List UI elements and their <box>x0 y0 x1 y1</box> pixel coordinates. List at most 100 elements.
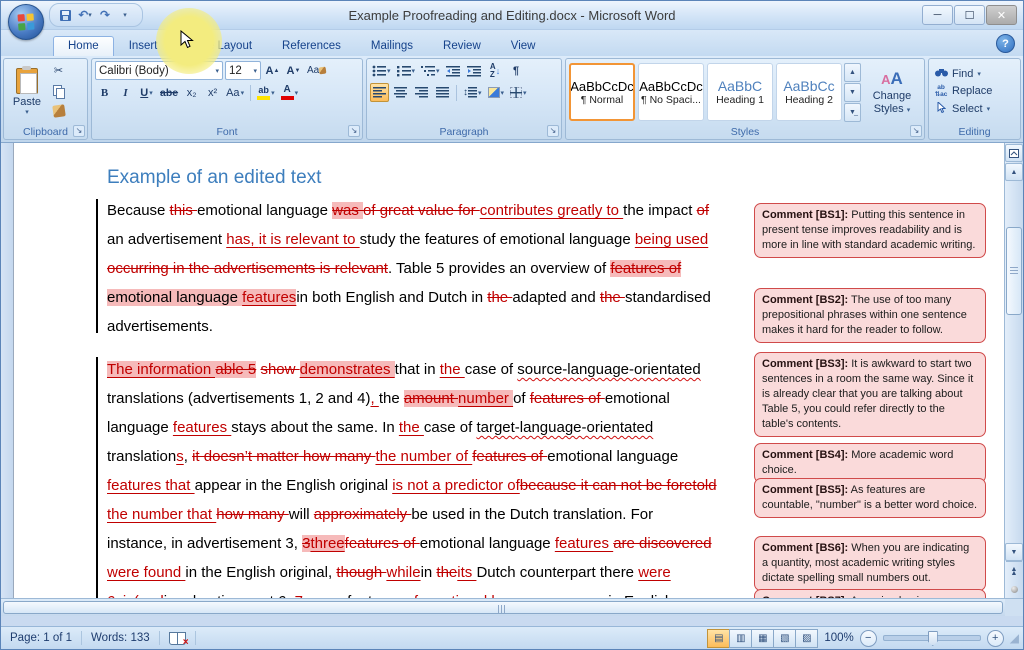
style-scroll-up-button[interactable]: ▲ <box>844 63 861 82</box>
italic-button[interactable]: I <box>116 83 135 102</box>
comment-balloon-bs5[interactable]: Comment [BS5]: As features are countable… <box>754 478 986 518</box>
document-line[interactable]: features that appear in the English orig… <box>107 471 745 500</box>
style-chip-no-spaci[interactable]: AaBbCcDc¶ No Spaci... <box>638 63 704 121</box>
comment-balloon-bs2[interactable]: Comment [BS2]: The use of too many prepo… <box>754 288 986 343</box>
vertical-scroll-track[interactable] <box>1006 182 1022 541</box>
undo-button[interactable]: ↶▾ <box>76 7 94 23</box>
style-scroll-down-button[interactable]: ▼ <box>844 83 861 102</box>
redo-button[interactable]: ↷ <box>96 7 114 23</box>
styles-dialog-launcher[interactable]: ↘ <box>910 125 922 137</box>
tab-references[interactable]: References <box>267 36 356 56</box>
clear-formatting-button[interactable]: Aa <box>305 61 328 80</box>
scroll-down-button[interactable]: ▼ <box>1005 543 1023 561</box>
document-line[interactable]: translations, it doesn’t matter how many… <box>107 442 745 471</box>
bold-button[interactable]: B <box>95 83 114 102</box>
shrink-font-button[interactable]: A▼ <box>284 61 303 80</box>
resize-grip[interactable]: ◢ <box>1010 632 1019 644</box>
document-line[interactable]: the number that how many will approximat… <box>107 500 745 529</box>
show-hide-marks-button[interactable]: ¶ <box>507 61 526 80</box>
grow-font-button[interactable]: A▲ <box>263 61 282 80</box>
scroll-up-button[interactable]: ▲ <box>1005 163 1023 181</box>
sort-button[interactable]: AZ↓ <box>486 61 505 80</box>
previous-page-button[interactable]: ▲▲ <box>1006 564 1022 580</box>
cut-button[interactable]: ✂ <box>49 61 68 80</box>
draft-view-button[interactable]: ▨ <box>795 629 818 648</box>
justify-button[interactable] <box>433 83 452 102</box>
minimize-button[interactable]: ─ <box>922 5 953 25</box>
font-name-combo[interactable]: Calibri (Body) ▾ <box>95 61 223 80</box>
zoom-slider-thumb[interactable] <box>928 631 938 646</box>
increase-indent-button[interactable] <box>465 61 484 80</box>
vertical-scrollbar[interactable]: ▲ ▼ ▲▲ ▼▼ <box>1004 143 1023 616</box>
change-styles-button[interactable]: AA Change Styles ▾ <box>863 69 921 116</box>
document-line[interactable]: advertisements. <box>107 312 745 341</box>
word-count[interactable]: Words: 133 <box>82 631 160 645</box>
select-browse-object-button[interactable] <box>1006 581 1022 597</box>
maximize-button[interactable]: ☐ <box>954 5 985 25</box>
page-indicator[interactable]: Page: 1 of 1 <box>1 631 82 645</box>
tab-page-layout[interactable]: Page Layout <box>172 36 267 56</box>
font-dialog-launcher[interactable]: ↘ <box>348 125 360 137</box>
vertical-scroll-thumb[interactable] <box>1006 227 1022 315</box>
tab-view[interactable]: View <box>496 36 551 56</box>
superscript-button[interactable]: x² <box>203 83 222 102</box>
find-button[interactable]: Find▾ <box>932 67 1017 81</box>
strikethrough-button[interactable]: abe <box>158 83 180 102</box>
comment-balloon-bs3[interactable]: Comment [BS3]: It is awkward to start tw… <box>754 352 986 437</box>
horizontal-scrollbar[interactable] <box>1 598 1005 616</box>
tab-home[interactable]: Home <box>53 36 114 56</box>
office-button[interactable] <box>8 4 44 40</box>
replace-button[interactable]: ab⇅ac Replace <box>932 83 1017 99</box>
print-layout-view-button[interactable]: ▤ <box>707 629 730 648</box>
underline-button[interactable]: U▾ <box>137 83 156 102</box>
document-line[interactable]: Because this emotional language was of g… <box>107 196 745 225</box>
document-line[interactable]: were found in the English original, thou… <box>107 558 745 587</box>
decrease-indent-button[interactable] <box>444 61 463 80</box>
copy-button[interactable] <box>49 81 68 100</box>
tab-insert[interactable]: Insert <box>114 36 173 56</box>
comment-balloon-bs1[interactable]: Comment [BS1]: Putting this sentence in … <box>754 203 986 258</box>
document-line[interactable]: an advertisement has, it is relevant to … <box>107 225 745 254</box>
customize-qat-button[interactable]: ▾ <box>116 7 134 23</box>
zoom-slider[interactable] <box>883 635 981 641</box>
document-line[interactable]: instance, in advertisement 3, 3threefeat… <box>107 529 745 558</box>
zoom-out-button[interactable]: − <box>860 630 877 647</box>
help-button[interactable]: ? <box>996 34 1015 53</box>
style-chip-normal[interactable]: AaBbCcDc¶ Normal <box>569 63 635 121</box>
ruler-toggle-button[interactable] <box>1005 144 1023 162</box>
align-right-button[interactable] <box>412 83 431 102</box>
multilevel-list-button[interactable]: ▾ <box>419 61 442 80</box>
borders-button[interactable]: ▾ <box>508 83 529 102</box>
save-button[interactable] <box>56 7 74 23</box>
close-button[interactable]: ✕ <box>986 5 1017 25</box>
subscript-button[interactable]: x₂ <box>182 83 201 102</box>
comment-balloon-bs4[interactable]: Comment [BS4]: More academic word choice… <box>754 443 986 483</box>
paragraph-dialog-launcher[interactable]: ↘ <box>547 125 559 137</box>
tab-mailings[interactable]: Mailings <box>356 36 428 56</box>
zoom-in-button[interactable]: + <box>987 630 1004 647</box>
numbering-button[interactable]: ▾ <box>395 61 418 80</box>
document-line[interactable]: emotional language featuresin both Engli… <box>107 283 745 312</box>
outline-view-button[interactable]: ▧ <box>773 629 796 648</box>
horizontal-scroll-thumb[interactable] <box>3 601 1003 614</box>
style-chip-heading-2[interactable]: AaBbCcHeading 2 <box>776 63 842 121</box>
clipboard-dialog-launcher[interactable]: ↘ <box>73 125 85 137</box>
paste-button[interactable]: Paste ▾ <box>7 61 47 123</box>
proofing-status-button[interactable]: × <box>160 631 196 645</box>
style-chip-heading-1[interactable]: AaBbCHeading 1 <box>707 63 773 121</box>
document-page[interactable]: Example of an edited text Because this e… <box>13 143 1005 616</box>
document-line[interactable]: language features stays about the same. … <box>107 413 745 442</box>
document-line[interactable]: The information able 5 show demonstrates… <box>107 355 745 384</box>
font-color-button[interactable]: A▾ <box>279 83 301 102</box>
document-line[interactable]: translations (advertisements 1, 2 and 4)… <box>107 384 745 413</box>
document-line[interactable]: occurring in the advertisements is relev… <box>107 254 745 283</box>
tab-review[interactable]: Review <box>428 36 496 56</box>
line-spacing-button[interactable]: ↕▾ <box>461 83 484 102</box>
bullets-button[interactable]: ▾ <box>370 61 393 80</box>
change-case-button[interactable]: Aa▾ <box>224 83 246 102</box>
shading-button[interactable]: ▾ <box>486 83 507 102</box>
font-size-combo[interactable]: 12 ▾ <box>225 61 261 80</box>
align-center-button[interactable] <box>391 83 410 102</box>
comment-balloon-bs6[interactable]: Comment [BS6]: When you are indicating a… <box>754 536 986 591</box>
text-highlight-button[interactable]: ab▾ <box>255 83 277 102</box>
